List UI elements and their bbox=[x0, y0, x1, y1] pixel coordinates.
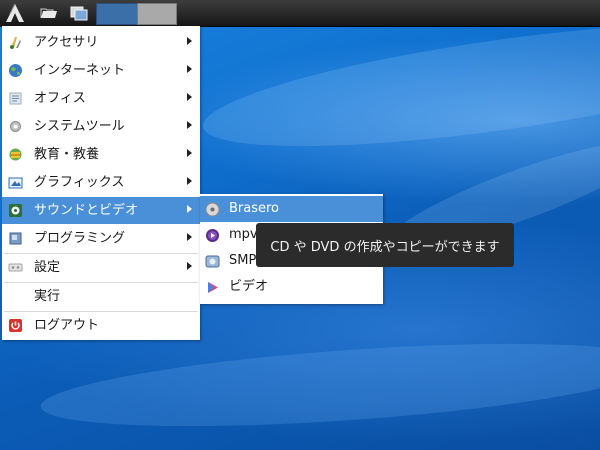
brasero-disc-icon bbox=[205, 202, 220, 217]
application-menu: アクセサリ インターネット オフィス システムツール 教育・教養 グラフィックス… bbox=[2, 26, 200, 340]
submenu-arrow-icon bbox=[187, 37, 192, 45]
file-manager-button[interactable] bbox=[36, 0, 62, 26]
programming-icon bbox=[8, 231, 23, 246]
show-desktop-button[interactable] bbox=[66, 0, 92, 26]
start-menu-icon bbox=[6, 3, 24, 22]
show-desktop-icon bbox=[70, 6, 88, 21]
submenu-arrow-icon bbox=[187, 93, 192, 101]
menu-item-label: アクセサリ bbox=[34, 35, 99, 50]
top-panel bbox=[0, 0, 600, 27]
submenu-arrow-icon bbox=[187, 149, 192, 157]
tooltip-text: CD や DVD の作成やコピーができます bbox=[270, 239, 500, 255]
menu-item-programming[interactable]: プログラミング bbox=[2, 225, 200, 252]
sound-video-icon bbox=[8, 203, 23, 218]
submenu-arrow-icon bbox=[187, 65, 192, 73]
menu-item-label: インターネット bbox=[34, 63, 126, 78]
submenu-item-brasero[interactable]: Brasero bbox=[200, 196, 383, 222]
workspace-2-button[interactable] bbox=[137, 3, 177, 25]
menu-item-internet[interactable]: インターネット bbox=[2, 57, 200, 84]
submenu-arrow-icon bbox=[187, 205, 192, 213]
file-manager-icon bbox=[40, 8, 57, 18]
menu-item-label: 実行 bbox=[34, 289, 61, 304]
internet-globe-icon bbox=[8, 63, 23, 78]
menu-item-office[interactable]: オフィス bbox=[2, 85, 200, 112]
menu-item-run[interactable]: 実行 bbox=[2, 283, 200, 310]
submenu-item-label: mpv bbox=[229, 227, 258, 242]
menu-item-label: 教育・教養 bbox=[34, 147, 100, 162]
menu-item-label: システムツール bbox=[34, 119, 125, 134]
menu-item-logout[interactable]: ログアウト bbox=[2, 312, 200, 339]
video-play-icon bbox=[205, 280, 220, 295]
graphics-icon bbox=[8, 175, 23, 190]
submenu-arrow-icon bbox=[187, 262, 192, 270]
menu-item-label: オフィス bbox=[34, 91, 86, 106]
accessories-icon bbox=[8, 35, 23, 50]
submenu-arrow-icon bbox=[187, 177, 192, 185]
menu-item-settings[interactable]: 設定 bbox=[2, 254, 200, 281]
smplayer-icon bbox=[205, 254, 220, 269]
menu-item-accessories[interactable]: アクセサリ bbox=[2, 29, 200, 56]
menu-item-system-tools[interactable]: システムツール bbox=[2, 113, 200, 140]
office-icon bbox=[8, 91, 23, 106]
wallpaper-swoosh bbox=[38, 328, 600, 442]
menu-item-label: ログアウト bbox=[34, 318, 100, 333]
menu-item-label: プログラミング bbox=[34, 231, 126, 246]
submenu-item-label: ビデオ bbox=[229, 279, 269, 294]
education-icon bbox=[8, 147, 23, 162]
logout-icon bbox=[8, 318, 23, 333]
workspace-1-button[interactable] bbox=[96, 3, 138, 25]
tooltip: CD や DVD の作成やコピーができます bbox=[256, 223, 514, 267]
menu-item-education[interactable]: 教育・教養 bbox=[2, 141, 200, 168]
settings-icon bbox=[8, 260, 23, 275]
submenu-arrow-icon bbox=[187, 233, 192, 241]
submenu-arrow-icon bbox=[187, 121, 192, 129]
system-tools-icon bbox=[8, 119, 23, 134]
menu-item-label: 設定 bbox=[34, 260, 61, 275]
menu-item-label: グラフィックス bbox=[34, 175, 125, 190]
menu-item-graphics[interactable]: グラフィックス bbox=[2, 169, 200, 196]
submenu-item-video[interactable]: ビデオ bbox=[200, 274, 383, 300]
menu-item-sound-video[interactable]: サウンドとビデオ bbox=[2, 197, 200, 224]
menu-item-label: サウンドとビデオ bbox=[34, 203, 139, 218]
mpv-player-icon bbox=[205, 228, 220, 243]
submenu-item-label: Brasero bbox=[229, 201, 280, 216]
start-menu-button[interactable] bbox=[2, 0, 28, 26]
